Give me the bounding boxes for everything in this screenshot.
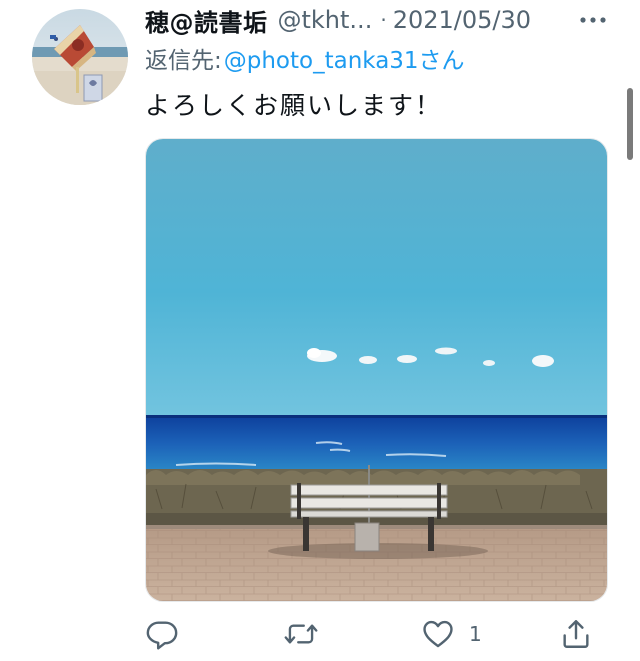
share-button[interactable] [559,613,593,655]
tweet-photo[interactable] [145,138,608,602]
scrollbar[interactable] [627,88,633,160]
heart-icon [423,620,453,648]
user-handle[interactable]: @tkht... [278,6,373,34]
avatar-image [32,9,128,105]
separator-dot: · [380,8,387,32]
display-name[interactable]: 穂@読書垢 [145,3,268,38]
reply-prefix: 返信先: [145,48,222,74]
share-icon [563,620,589,648]
avatar[interactable] [32,9,128,105]
like-button[interactable]: 1 [421,613,482,655]
reply-context: 返信先: @photo_tanka31さん [145,42,465,74]
retweet-button[interactable] [283,613,319,655]
tweet-screen: 穂@読書垢 @tkht... · 2021/05/30 返信先: @photo_… [0,0,640,661]
reply-button[interactable] [145,613,179,655]
tweet-header: 穂@読書垢 @tkht... · 2021/05/30 [145,3,531,38]
more-icon[interactable] [578,8,608,32]
like-count: 1 [469,622,482,646]
tweet-actions: 1 [145,613,600,655]
reply-icon [146,621,178,650]
retweet-icon [284,624,318,644]
tweet-date[interactable]: 2021/05/30 [393,6,531,34]
reply-target-link[interactable]: @photo_tanka31さん [224,41,465,75]
tweet-text: よろしくお願いします！ [145,91,443,120]
photo-image [146,139,607,601]
